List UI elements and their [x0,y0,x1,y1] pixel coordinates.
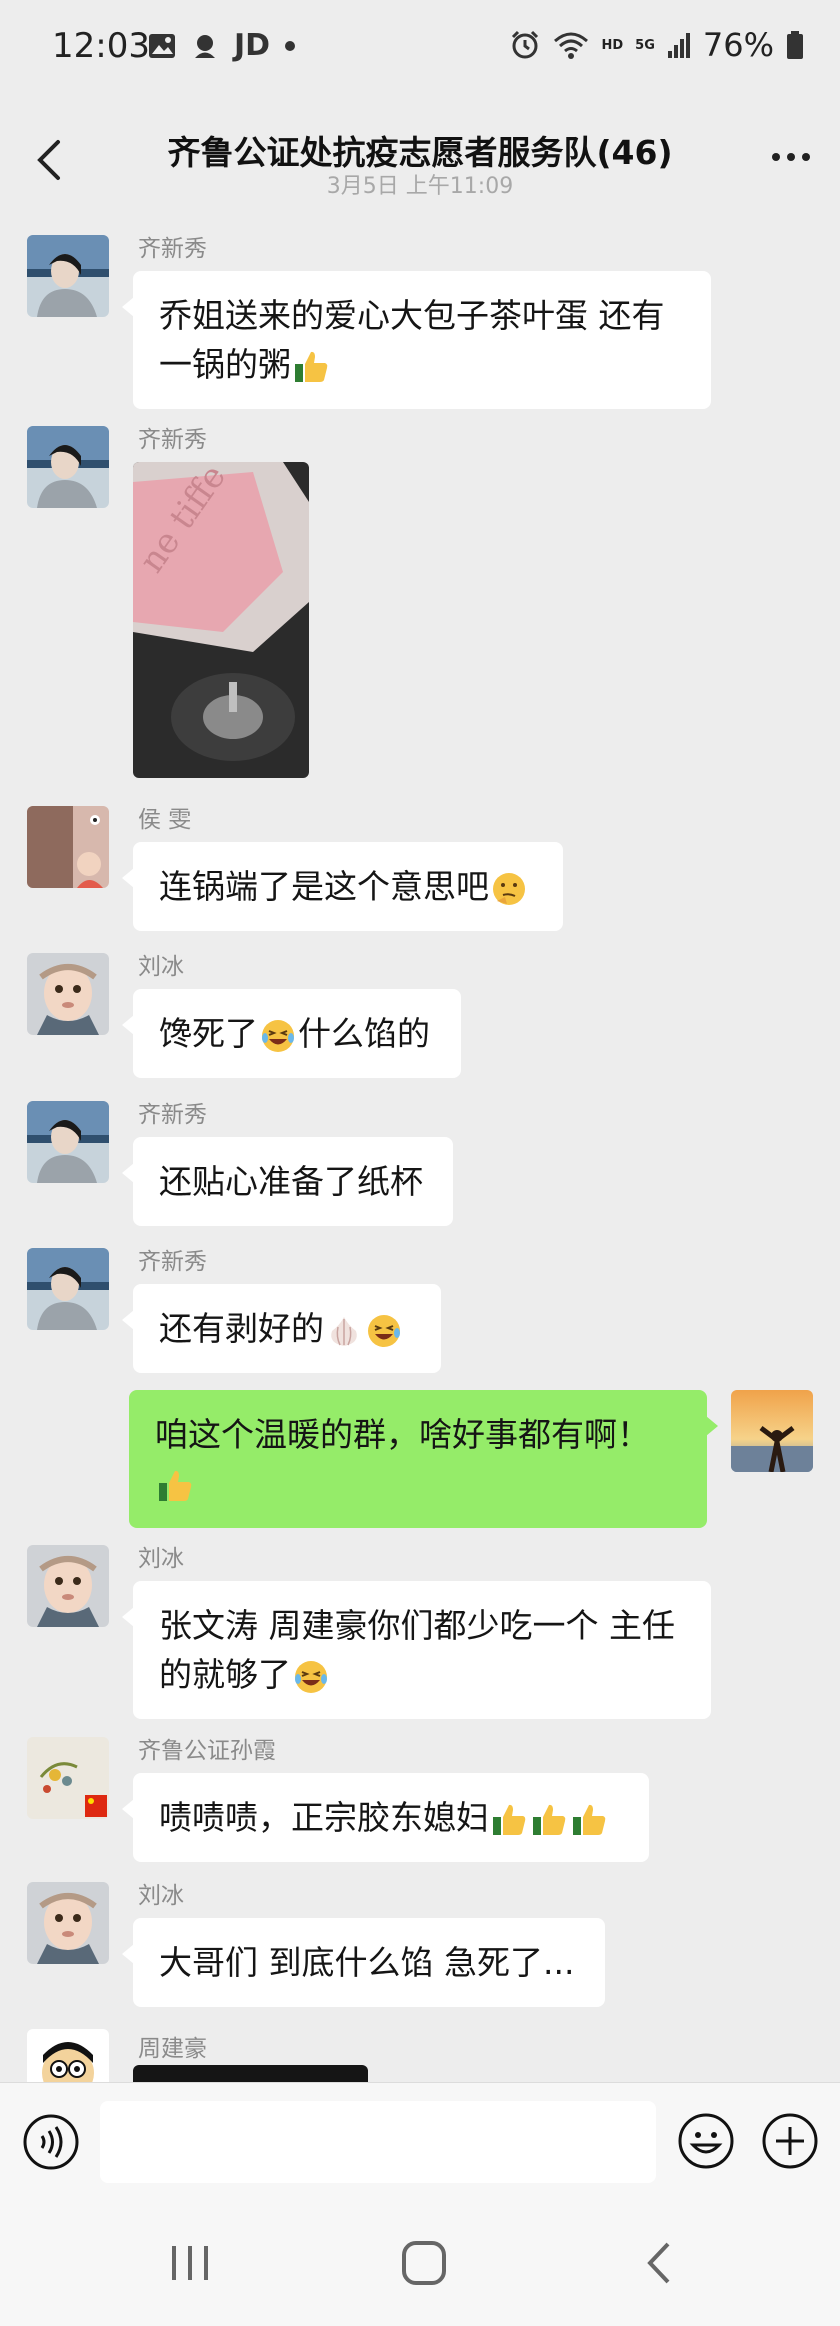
message-text: 乔姐送来的爱心大包子茶叶蛋 还有 [159,296,665,335]
system-back-icon[interactable] [630,2238,690,2288]
input-bar [0,2082,840,2197]
message-timestamp: 3月5日 上午11:09 [326,174,514,196]
message-text: 张文涛 周建豪你们都少吃一个 主任 [159,1606,675,1645]
avatar-sunxia[interactable] [27,1737,109,1819]
system-nav-bar [0,2196,840,2326]
voice-input-icon[interactable] [22,2113,80,2171]
photo-message[interactable]: ne tiffe [133,462,309,778]
message-text: 啧啧啧，正宗胶东媳妇 [159,1798,489,1837]
avatar-me[interactable] [731,1390,813,1472]
gallery-icon [149,33,175,58]
avatar-liubing[interactable] [27,1545,109,1627]
thinking-face-icon [493,872,525,905]
chat-header: 齐鲁公证处抗疫志愿者服务队(46) [0,96,840,224]
laughing-face-icon [262,1019,294,1052]
sender-name: 周建豪 [138,2036,207,2062]
signal-icon [667,33,690,58]
avatar-houwen[interactable] [27,806,109,888]
message-bubble[interactable]: 馋死了 什么馅的 [122,989,461,1078]
message-text: 还有剥好的 [159,1309,324,1348]
alarm-icon [512,30,539,59]
thumbs-up-icon [573,1804,606,1835]
status-time: 12:03 [52,26,150,66]
message-input[interactable] [100,2101,656,2183]
avatar-liubing[interactable] [27,953,109,1035]
status-bar: 12:03 JD HD 5G 76% [0,0,840,96]
home-icon[interactable] [394,2238,454,2288]
wechat-notify-icon [195,34,215,58]
sender-name: 刘冰 [138,954,184,980]
thumbs-up-icon [295,351,328,382]
sender-name: 齐新秀 [138,236,207,262]
emoji-picker-icon[interactable] [676,2111,736,2171]
chat-title: 齐鲁公证处抗疫志愿者服务队(46) [167,133,673,172]
thumbs-up-icon [159,1470,192,1501]
message-text: 还贴心准备了纸杯 [159,1162,423,1201]
garlic-icon [331,1316,357,1346]
avatar-zhoujianhao[interactable] [27,2029,109,2082]
avatar-qixinxiu[interactable] [27,426,109,508]
sender-name: 齐新秀 [138,1102,207,1128]
avatar-qixinxiu[interactable] [27,235,109,317]
message-text: 大哥们 到底什么馅 急死了... [159,1943,575,1982]
carrier-label: JD [234,28,271,63]
battery-icon [787,31,803,59]
message-text: 咱这个温暖的群，啥好事都有啊！ [155,1415,650,1454]
sender-name: 侯 雯 [138,807,192,833]
avatar-qixinxiu[interactable] [27,1101,109,1183]
message-bubble[interactable]: 还有剥好的 [122,1284,441,1373]
photo-message[interactable] [133,2065,368,2082]
message-bubble[interactable]: 大哥们 到底什么馅 急死了... [122,1918,605,2007]
thumbs-up-icon [533,1804,566,1835]
thumbs-up-icon [493,1804,526,1835]
sender-name: 齐新秀 [138,1249,207,1275]
sender-name: 刘冰 [138,1883,184,1909]
hd-label: HD [601,37,624,53]
battery-percent: 76% [702,26,774,64]
laughing-face-icon [368,1314,400,1347]
message-text: 馋死了 [159,1014,258,1053]
message-bubble[interactable]: 张文涛 周建豪你们都少吃一个 主任 的就够了 [122,1581,711,1719]
message-bubble[interactable]: 乔姐送来的爱心大包子茶叶蛋 还有 一锅的粥 [122,271,711,409]
message-text: 的就够了 [159,1655,291,1694]
network-label: 5G [635,37,655,53]
avatar-liubing[interactable] [27,1882,109,1964]
wifi-icon [554,32,589,59]
plus-icon[interactable] [760,2111,820,2171]
laughing-face-icon [295,1660,327,1693]
message-text: 什么馅的 [298,1014,430,1053]
message-text: 一锅的粥 [159,345,291,384]
sender-name: 齐鲁公证孙霞 [138,1738,276,1764]
sender-name: 刘冰 [138,1546,184,1572]
recent-apps-icon[interactable] [160,2238,220,2288]
message-bubble[interactable]: 连锅端了是这个意思吧 [122,842,563,931]
message-bubble[interactable]: 啧啧啧，正宗胶东媳妇 [122,1773,649,1862]
message-item: 周建豪 [0,2029,840,2082]
dot-icon [285,40,296,51]
message-bubble[interactable]: 咱这个温暖的群，啥好事都有啊！ [129,1390,718,1528]
sender-name: 齐新秀 [138,427,207,453]
message-text: 连锅端了是这个意思吧 [159,867,489,906]
avatar-qixinxiu[interactable] [27,1248,109,1330]
message-bubble[interactable]: 还贴心准备了纸杯 [122,1137,453,1226]
